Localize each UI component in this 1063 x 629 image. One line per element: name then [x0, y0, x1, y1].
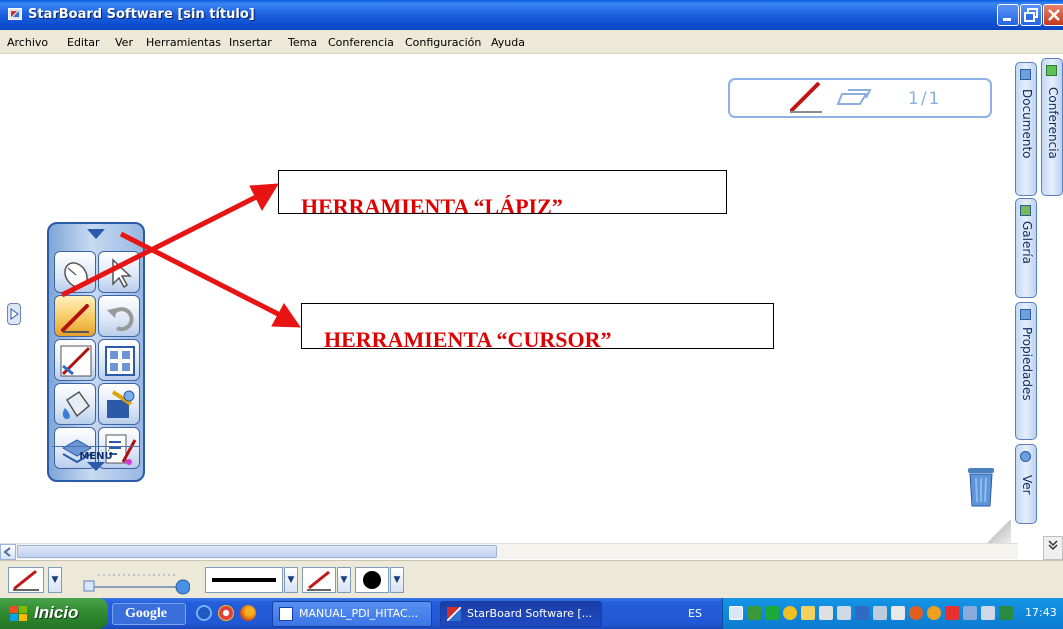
- wireless-tray-icon[interactable]: [873, 606, 887, 620]
- language-indicator[interactable]: ES: [688, 607, 702, 620]
- tab-propiedades[interactable]: Propiedades: [1015, 302, 1037, 440]
- left-expand-button[interactable]: [7, 303, 21, 325]
- start-button[interactable]: Inicio: [0, 598, 108, 629]
- network-tray-icon[interactable]: [765, 606, 779, 620]
- display-tray-icon[interactable]: [963, 606, 977, 620]
- ie-icon[interactable]: [196, 605, 212, 621]
- arrow-to-cursor: [119, 231, 282, 318]
- gallery-icon: [1020, 205, 1031, 216]
- horizontal-scrollbar[interactable]: [0, 543, 1018, 560]
- clock[interactable]: 17:43: [1025, 606, 1057, 619]
- google-toolbar[interactable]: Google: [112, 603, 186, 625]
- tab-conferencia[interactable]: Conferencia: [1041, 58, 1063, 196]
- line-style-dropdown[interactable]: ▼: [284, 567, 298, 593]
- pen-tray-icon[interactable]: [801, 606, 815, 620]
- trash-icon[interactable]: [966, 466, 996, 508]
- keyboard-tray-icon[interactable]: [819, 606, 833, 620]
- taskbar-item-starboard-label: StarBoard Software [...: [467, 607, 593, 620]
- line-style-icon: [212, 578, 276, 582]
- expand-toolbar-button[interactable]: [1043, 536, 1063, 560]
- arrow-to-lapiz: [60, 193, 260, 298]
- view-icon: [1020, 451, 1031, 462]
- security-tray-icon[interactable]: [783, 606, 797, 620]
- scroll-left-icon: [3, 547, 11, 557]
- annotation-arrows: [60, 183, 301, 328]
- tab-ver-label: Ver: [1020, 475, 1034, 495]
- pen-color-dropdown[interactable]: ▼: [337, 567, 351, 593]
- update-tray-icon[interactable]: [909, 606, 923, 620]
- volume-tray-icon[interactable]: [891, 606, 905, 620]
- device-tray-icon[interactable]: [981, 606, 995, 620]
- scroll-left-button[interactable]: [0, 544, 16, 560]
- document-icon: [1020, 69, 1031, 80]
- starboard-icon: [447, 607, 461, 621]
- pen-icon: [13, 570, 39, 591]
- taskbar-item-starboard[interactable]: StarBoard Software [...: [440, 601, 602, 627]
- dot-size-icon: [363, 571, 381, 589]
- search-tray-icon[interactable]: [837, 606, 851, 620]
- right-side-panel: Documento Conferencia Galería Propiedade…: [1011, 54, 1063, 560]
- expand-right-icon: [10, 308, 19, 320]
- system-tray: 17:43: [722, 598, 1063, 629]
- windows-flag-icon: [10, 606, 27, 621]
- tab-galeria-label: Galería: [1020, 221, 1034, 264]
- tab-documento-label: Documento: [1020, 89, 1034, 159]
- conference-icon: [1046, 65, 1057, 76]
- start-label: Inicio: [34, 603, 79, 622]
- monitor-tray-icon[interactable]: [855, 606, 869, 620]
- google-label: Google: [125, 606, 167, 621]
- bottom-toolbar: ▼ ▼ ▼ ▼: [0, 560, 1063, 598]
- antivirus-tray-icon[interactable]: [927, 606, 941, 620]
- chrome-icon[interactable]: [218, 605, 234, 621]
- line-width-slider[interactable]: [78, 567, 190, 595]
- tray-app-icon[interactable]: [747, 606, 761, 620]
- battery-tray-icon[interactable]: [999, 606, 1013, 620]
- taskbar-item-manual[interactable]: MANUAL_PDI_HITAC...: [272, 601, 432, 627]
- scroll-thumb[interactable]: [17, 545, 497, 558]
- alert-tray-icon[interactable]: [945, 606, 959, 620]
- dot-size-dropdown[interactable]: ▼: [390, 567, 404, 593]
- dot-size-button[interactable]: [355, 567, 389, 593]
- line-style-button[interactable]: [205, 567, 283, 593]
- tab-galeria[interactable]: Galería: [1015, 198, 1037, 298]
- taskbar-item-manual-label: MANUAL_PDI_HITAC...: [299, 607, 419, 620]
- taskbar: Inicio Google MANUAL_PDI_HITAC... StarBo…: [0, 598, 1063, 629]
- starboard-tray-icon[interactable]: [729, 606, 743, 620]
- firefox-icon[interactable]: [240, 605, 256, 621]
- app-window: StarBoard Software [sin título] Archivo …: [0, 0, 1063, 629]
- pen-dropdown[interactable]: ▼: [48, 567, 62, 593]
- tab-ver[interactable]: Ver: [1015, 444, 1037, 524]
- tab-propiedades-label: Propiedades: [1020, 327, 1034, 401]
- word-doc-icon: [279, 607, 293, 621]
- properties-icon: [1020, 309, 1031, 320]
- pen-color-icon: [307, 570, 331, 591]
- double-chevron-down-icon: [1048, 540, 1058, 551]
- tab-documento[interactable]: Documento: [1015, 62, 1037, 196]
- tab-conferencia-label: Conferencia: [1046, 87, 1060, 159]
- pen-color-button[interactable]: [302, 567, 336, 593]
- bottom-pen-button[interactable]: [8, 567, 44, 593]
